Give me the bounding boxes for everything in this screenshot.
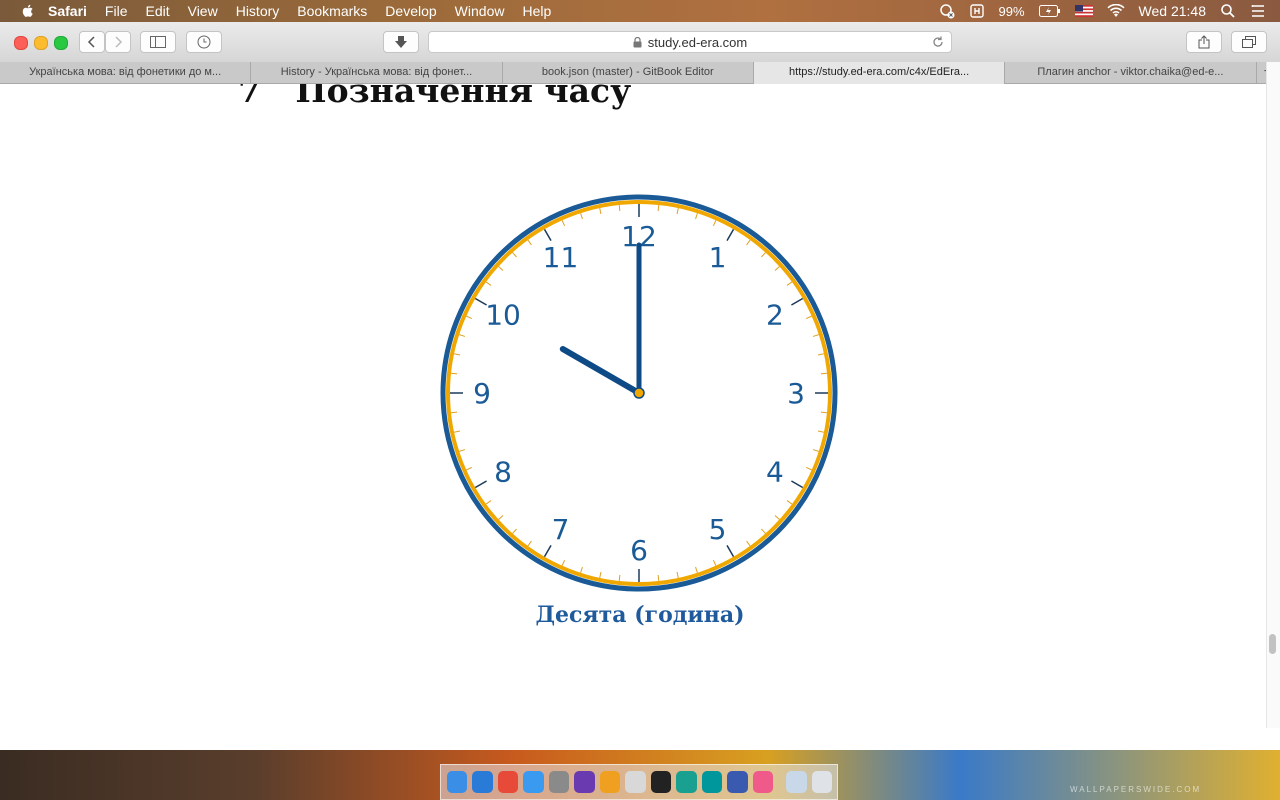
arduino-icon[interactable] [701,771,723,793]
address-bar[interactable]: study.ed-era.com [428,31,952,53]
reload-icon[interactable] [931,35,945,49]
menu-bookmarks[interactable]: Bookmarks [297,0,367,22]
tab-history[interactable]: History - Українська мова: від фонет... [251,62,503,84]
page-content: 7 Позначення часу 12 1 2 3 4 5 6 7 8 9 10 11 Десята… [0,84,1266,750]
menu-view[interactable]: View [188,0,218,22]
battery-percent: 99% [998,3,1025,19]
url-text: study.ed-era.com [647,34,748,50]
clock-numeral: 3 [787,377,805,410]
virtualbox-icon[interactable] [727,771,748,793]
photos-icon[interactable] [752,771,774,793]
minute-tick [820,411,828,414]
menu-develop[interactable]: Develop [385,0,436,22]
minute-tick [618,574,621,582]
minute-tick [820,372,828,375]
clock-caption: Десята (година) [535,602,745,628]
tab-plagin-anchor[interactable]: Плагин anchor - viktor.chaika@ed-e... [1005,62,1257,84]
sketch-icon[interactable] [599,771,621,793]
tab-active-study[interactable]: https://study.ed-era.com/c4x/EdEra... [753,62,1006,84]
menu-app-name[interactable]: Safari [48,0,87,22]
clock-numeral: 2 [766,299,784,332]
sidebar-icon [150,36,166,48]
tab-gitbook-editor[interactable]: book.json (master) - GitBook Editor [503,62,754,84]
vertical-scrollbar[interactable] [1266,62,1280,728]
minute-tick [450,372,458,375]
clock-numeral: 7 [552,513,570,546]
history-button[interactable] [186,31,222,53]
menu-history[interactable]: History [236,0,280,22]
zoom-window-button[interactable] [54,36,68,50]
tray-app-icon[interactable] [939,3,955,19]
minute-tick [657,574,660,582]
2gis-icon[interactable] [650,771,672,793]
menu-bar: Safari File Edit View History Bookmarks … [0,0,1280,22]
tabs-icon [1242,36,1256,48]
clock-center-pin [633,387,645,399]
apple-icon[interactable] [20,3,36,19]
finder-icon[interactable] [447,771,468,793]
minute-tick [450,411,458,414]
clock-numeral: 5 [709,513,727,546]
share-icon [1198,35,1210,49]
clock-numeral: 11 [543,241,579,274]
chevron-right-icon [115,36,123,48]
clock-icon [197,35,211,49]
close-window-button[interactable] [14,36,28,50]
menu-help[interactable]: Help [522,0,551,22]
clock-numeral: 9 [473,377,491,410]
trash-icon[interactable] [811,771,833,793]
clock-numeral: 10 [485,299,521,332]
clock-face: 121234567891011 [440,194,838,592]
back-button[interactable] [79,31,105,53]
clock-numeral: 6 [630,534,648,567]
system-preferences-icon[interactable] [548,771,570,793]
clock-numeral: 1 [709,241,727,274]
download-icon [395,36,407,48]
forward-button[interactable] [105,31,131,53]
downloads-button[interactable] [383,31,419,53]
menu-edit[interactable]: Edit [145,0,169,22]
chrome-icon[interactable] [497,771,519,793]
imovie-icon[interactable] [574,771,595,793]
wallpaper-watermark: WALLPAPERSWIDE.COM [1070,785,1202,794]
preview-icon[interactable] [625,771,646,793]
sidebar-toggle-button[interactable] [140,31,176,53]
dock [440,764,838,800]
minute-tick [657,204,660,212]
share-button[interactable] [1186,31,1222,53]
ajenti-icon[interactable] [676,771,697,793]
battery-icon[interactable] [1038,5,1061,17]
clock-datetime[interactable]: Wed 21:48 [1139,3,1206,19]
wifi-icon[interactable] [1106,4,1125,18]
desktop-icon[interactable] [786,771,807,793]
us-flag-icon[interactable] [1074,5,1093,17]
menu-window[interactable]: Window [455,0,505,22]
lock-icon [633,36,642,47]
menu-file[interactable]: File [105,0,128,22]
minute-tick [618,204,621,212]
tab-bar: Українська мова: від фонетики до м... Hi… [0,62,1280,84]
tray-h-icon[interactable] [969,3,985,19]
minimize-window-button[interactable] [34,36,48,50]
tabs-overview-button[interactable] [1231,31,1267,53]
scrollbar-thumb[interactable] [1269,634,1276,654]
tab-ukrainska-mova[interactable]: Українська мова: від фонетики до м... [0,62,252,84]
chevron-left-icon [87,36,95,48]
safari-icon[interactable] [472,771,493,793]
clock-numeral: 8 [494,456,512,489]
clock-numeral: 4 [766,456,784,489]
clock-illustration: 121234567891011 [440,194,838,592]
section-heading: 7 Позначення часу [238,84,632,110]
notification-center-icon[interactable] [1250,3,1266,19]
app-store-icon[interactable] [523,771,544,793]
safari-window: study.ed-era.com Українська мова: від фо… [0,22,1280,750]
browser-toolbar: study.ed-era.com [0,22,1280,63]
spotlight-search-icon[interactable] [1220,3,1236,19]
